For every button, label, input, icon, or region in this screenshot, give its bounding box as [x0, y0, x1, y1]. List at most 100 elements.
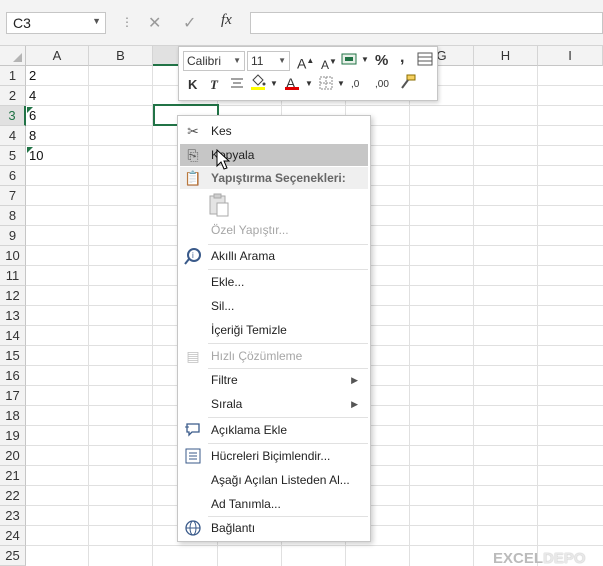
menu-separator: [208, 443, 368, 444]
menu-item-label: Kes: [211, 124, 232, 138]
formula-input[interactable]: [250, 12, 603, 34]
menu-item-sort[interactable]: Sırala ▶: [180, 393, 368, 415]
cell-a2[interactable]: 4: [29, 86, 36, 106]
borders-button[interactable]: [319, 76, 333, 95]
align-center-button[interactable]: [230, 76, 244, 95]
enter-icon[interactable]: ✓: [183, 13, 196, 33]
menu-item-pick-from-list[interactable]: Aşağı Açılan Listeden Al...: [180, 469, 368, 491]
row-header-9[interactable]: 9: [0, 226, 26, 246]
row-header-22[interactable]: 22: [0, 486, 26, 506]
mouse-cursor-icon: [216, 149, 231, 170]
row-header-15[interactable]: 15: [0, 346, 26, 366]
select-all-button[interactable]: [0, 46, 26, 66]
menu-item-label: Aşağı Açılan Listeden Al...: [211, 473, 350, 487]
row-header-2[interactable]: 2: [0, 86, 26, 106]
row-header-16[interactable]: 16: [0, 366, 26, 386]
comma-style-button[interactable]: ,: [400, 49, 404, 67]
quick-analysis-icon: ▤: [186, 348, 200, 364]
context-menu: ✂ Kes ⎘ Kopyala 📋 Yapıştırma Seçenekleri…: [177, 115, 371, 542]
row-header-11[interactable]: 11: [0, 266, 26, 286]
row-header-19[interactable]: 19: [0, 426, 26, 446]
menu-item-define-name[interactable]: Ad Tanımla...: [180, 493, 368, 515]
row-header-4[interactable]: 4: [0, 126, 26, 146]
watermark-logo: EXCELDEPO: [493, 550, 586, 566]
format-painter-table-button[interactable]: [417, 52, 433, 71]
decrease-font-size-button[interactable]: A▼: [321, 53, 337, 74]
menu-item-format-cells[interactable]: Hücreleri Biçimlendir...: [180, 445, 368, 467]
percent-style-button[interactable]: %: [375, 52, 388, 70]
menu-item-filter[interactable]: Filtre ▶: [180, 369, 368, 391]
column-header-i[interactable]: I: [538, 46, 603, 66]
menu-item-smart-lookup[interactable]: i Akıllı Arama: [180, 245, 368, 267]
row-header-17[interactable]: 17: [0, 386, 26, 406]
grid-line: [152, 66, 153, 566]
paste-icon: [209, 193, 229, 217]
row-header-8[interactable]: 8: [0, 206, 26, 226]
menu-item-insert[interactable]: Ekle...: [180, 271, 368, 293]
chevron-down-icon[interactable]: ▼: [361, 51, 369, 69]
row-header-23[interactable]: 23: [0, 506, 26, 526]
font-size-select[interactable]: 11 ▼: [247, 51, 290, 71]
chevron-down-icon[interactable]: ▼: [337, 75, 345, 93]
increase-decimal-button[interactable]: ,0: [351, 76, 359, 94]
error-indicator-icon[interactable]: [27, 147, 33, 153]
cell-a4[interactable]: 8: [29, 126, 36, 146]
mini-toolbar: Calibri ▼ 11 ▼ A▲ A▼ ▼ % , K T ▼ A ▼ ▼ ,…: [178, 46, 438, 101]
format-cells-icon: [184, 447, 202, 465]
formula-bar: C3 ▼ ⋮ ✕ ✓ fx: [0, 0, 603, 46]
grid-line: [409, 66, 410, 566]
row-header-7[interactable]: 7: [0, 186, 26, 206]
format-painter-button[interactable]: [399, 74, 417, 95]
chevron-down-icon[interactable]: ▼: [270, 75, 278, 93]
row-header-12[interactable]: 12: [0, 286, 26, 306]
cancel-icon[interactable]: ✕: [148, 13, 161, 33]
paste-button[interactable]: [208, 193, 230, 217]
menu-item-quick-analysis[interactable]: ▤ Hızlı Çözümleme: [180, 345, 368, 367]
error-indicator-icon[interactable]: [27, 107, 33, 113]
chevron-down-icon[interactable]: ▼: [305, 75, 313, 93]
number-format-icon: [341, 53, 357, 65]
row-header-20[interactable]: 20: [0, 446, 26, 466]
row-header-14[interactable]: 14: [0, 326, 26, 346]
cell-a1[interactable]: 2: [29, 66, 36, 86]
chevron-down-icon: ▼: [233, 56, 241, 65]
row-header-10[interactable]: 10: [0, 246, 26, 266]
chevron-down-icon[interactable]: ▼: [92, 16, 101, 26]
menu-item-label: Açıklama Ekle: [211, 423, 288, 437]
font-name-select[interactable]: Calibri ▼: [183, 51, 245, 71]
grid-line: [26, 105, 603, 106]
row-header-6[interactable]: 6: [0, 166, 26, 186]
watermark-depo: DEPO: [543, 550, 586, 566]
menu-item-link[interactable]: Bağlantı: [180, 517, 368, 539]
row-header-1[interactable]: 1: [0, 66, 26, 86]
decrease-decimal-button[interactable]: ,00: [375, 76, 389, 94]
chevron-down-icon: ▼: [278, 56, 286, 65]
column-header-a[interactable]: A: [26, 46, 89, 66]
menu-item-insert-comment[interactable]: Açıklama Ekle: [180, 419, 368, 441]
row-header-21[interactable]: 21: [0, 466, 26, 486]
italic-button[interactable]: T: [210, 76, 218, 94]
menu-item-paste-special[interactable]: Özel Yapıştır...: [180, 219, 368, 241]
row-header-24[interactable]: 24: [0, 526, 26, 546]
bold-button[interactable]: K: [188, 76, 197, 94]
row-header-18[interactable]: 18: [0, 406, 26, 426]
row-header-3[interactable]: 3: [0, 106, 26, 126]
menu-item-delete[interactable]: Sil...: [180, 295, 368, 317]
menu-item-label: Bağlantı: [211, 521, 256, 535]
row-header-5[interactable]: 5: [0, 146, 26, 166]
column-header-b[interactable]: B: [89, 46, 153, 66]
increase-font-icon: A: [297, 55, 307, 72]
menu-item-clear-contents[interactable]: İçeriği Temizle: [180, 319, 368, 341]
number-format-button[interactable]: [341, 52, 359, 71]
insert-function-button[interactable]: fx: [221, 12, 232, 29]
fill-color-button[interactable]: [250, 74, 266, 93]
name-box[interactable]: C3 ▼: [6, 12, 106, 34]
row-header-25[interactable]: 25: [0, 546, 26, 566]
menu-item-label: Yapıştırma Seçenekleri:: [211, 171, 346, 185]
increase-font-size-button[interactable]: A▲: [297, 52, 314, 73]
row-header-13[interactable]: 13: [0, 306, 26, 326]
column-header-h[interactable]: H: [474, 46, 538, 66]
menu-item-copy[interactable]: ⎘ Kopyala: [180, 144, 368, 166]
svg-text:i: i: [192, 251, 194, 260]
menu-item-cut[interactable]: ✂ Kes: [180, 120, 368, 142]
